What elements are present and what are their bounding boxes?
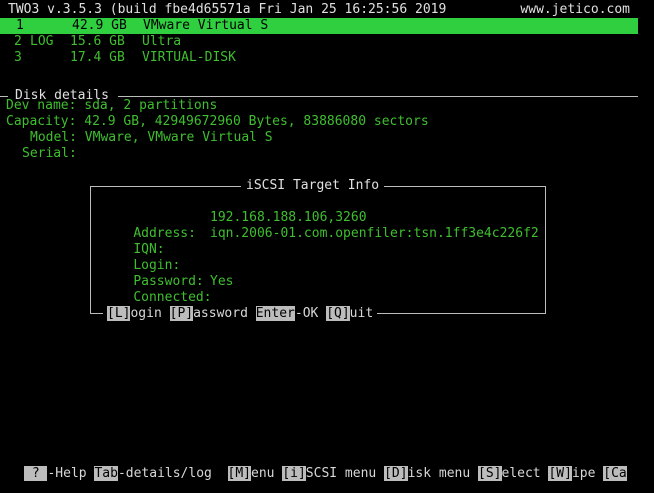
disk-number: 1 (16, 18, 24, 33)
help-label: -Help (47, 466, 95, 481)
tab-hotkey[interactable]: Tab-details/log (94, 466, 227, 481)
enter-key: Enter (255, 306, 295, 321)
disk-name: Ultra (142, 34, 182, 49)
cancel-key: [Ca (603, 466, 627, 481)
disk-tag: LOG (30, 34, 54, 49)
ok-action-button[interactable]: Enter-OK (255, 306, 327, 321)
app-title: TWO3 v.3.5.3 (build fbe4d65571a Fri Jan … (8, 2, 447, 17)
select-hotkey[interactable]: [S]elect (478, 466, 548, 481)
disk-row-1[interactable]: 1 42.9 GB VMware Virtual S (0, 18, 638, 34)
disk-row-2[interactable]: 2 LOG 15.6 GB Ultra (0, 34, 654, 50)
quit-action-button[interactable]: [Q]uit (326, 306, 373, 321)
serial-row: Serial: (22, 146, 85, 162)
iscsi-target-dialog: iSCSI Target Info Address: 192.168.188.1… (90, 178, 546, 314)
login-row: Login: (102, 242, 180, 273)
address-value: 192.168.188.106,3260 (210, 210, 367, 225)
menu-label: enu (251, 466, 283, 481)
login-action-button[interactable]: [L]ogin (107, 306, 170, 321)
iscsi-menu-label: SCSI menu (305, 466, 385, 481)
help-key: ? (24, 466, 48, 481)
disk-menu-hotkey[interactable]: [D]isk menu (384, 466, 478, 481)
disk-row-3[interactable]: 3 17.4 GB VIRTUAL-DISK (0, 50, 654, 66)
wipe-hotkey[interactable]: [W]ipe (548, 466, 603, 481)
connected-value: Yes (210, 274, 234, 289)
password-row: Password: (102, 258, 203, 289)
quit-action-label: uit (349, 306, 374, 321)
menu-hotkey[interactable]: [M]enu (227, 466, 283, 481)
disk-name: VMware Virtual S (143, 18, 269, 33)
disk-menu-label: isk menu (407, 466, 479, 481)
address-row: Address: 192.168.188.106,3260 (102, 210, 366, 241)
capacity-value: 42.9 GB, 42949672960 Bytes, 83886080 sec… (84, 114, 429, 129)
model-value: VMware, VMware Virtual S (84, 130, 273, 145)
disk-key: [D] (384, 466, 408, 481)
disk-size: 17.4 GB (70, 50, 125, 65)
dev-name-value: sda, 2 partitions (84, 98, 218, 113)
cancel-hotkey[interactable]: [Ca (603, 466, 627, 481)
login-key: [L] (107, 306, 131, 321)
iscsi-key: [i] (282, 466, 306, 481)
dialog-actions: [L]ogin [P]assword Enter-OK [Q]uit (103, 306, 378, 322)
site-url: www.jetico.com (520, 2, 630, 17)
tab-label: -details/log (117, 466, 228, 481)
password-action-button[interactable]: [P]assword (169, 306, 256, 321)
divider-line-left (0, 96, 8, 97)
dev-name-label: Dev name: (6, 98, 77, 113)
disk-size: 15.6 GB (70, 34, 125, 49)
capacity-row: Capacity: 42.9 GB, 42949672960 Bytes, 83… (6, 114, 429, 130)
capacity-label: Capacity: (6, 114, 77, 129)
iqn-row: IQN: iqn.2006-01.com.openfiler:tsn.1ff3e… (102, 226, 538, 257)
app-header: TWO3 v.3.5.3 (build fbe4d65571a Fri Jan … (0, 2, 654, 18)
select-label: elect (501, 466, 549, 481)
wipe-label: ipe (571, 466, 604, 481)
password-action-label: assword (193, 306, 256, 321)
divider-line-right (118, 96, 638, 97)
select-key: [S] (478, 466, 502, 481)
connected-row: Connected: Yes (102, 274, 233, 305)
model-label: Model: (30, 130, 77, 145)
connected-label: Connected: (133, 290, 212, 305)
ok-action-label: -OK (294, 306, 327, 321)
disk-number: 3 (14, 50, 22, 65)
menu-key: [M] (227, 466, 251, 481)
iscsi-menu-hotkey[interactable]: [i]SCSI menu (282, 466, 384, 481)
disk-number: 2 (14, 34, 22, 49)
dialog-title: iSCSI Target Info (241, 178, 385, 194)
footer-hotkeys: ? -Help Tab-details/log [M]enu [i]SCSI m… (24, 466, 627, 482)
iqn-value: iqn.2006-01.com.openfiler:tsn.1ff3e4c226… (210, 226, 539, 241)
serial-label: Serial: (22, 146, 77, 161)
login-action-label: ogin (130, 306, 170, 321)
wipe-key: [W] (548, 466, 572, 481)
password-key: [P] (169, 306, 194, 321)
disk-name: VIRTUAL-DISK (142, 50, 236, 65)
tab-key: Tab (94, 466, 118, 481)
dev-name-row: Dev name: sda, 2 partitions (6, 98, 217, 114)
model-row: Model: VMware, VMware Virtual S (30, 130, 273, 146)
disk-size: 42.9 GB (72, 18, 127, 33)
quit-key: [Q] (326, 306, 350, 321)
help-hotkey[interactable]: ? -Help (24, 466, 94, 481)
